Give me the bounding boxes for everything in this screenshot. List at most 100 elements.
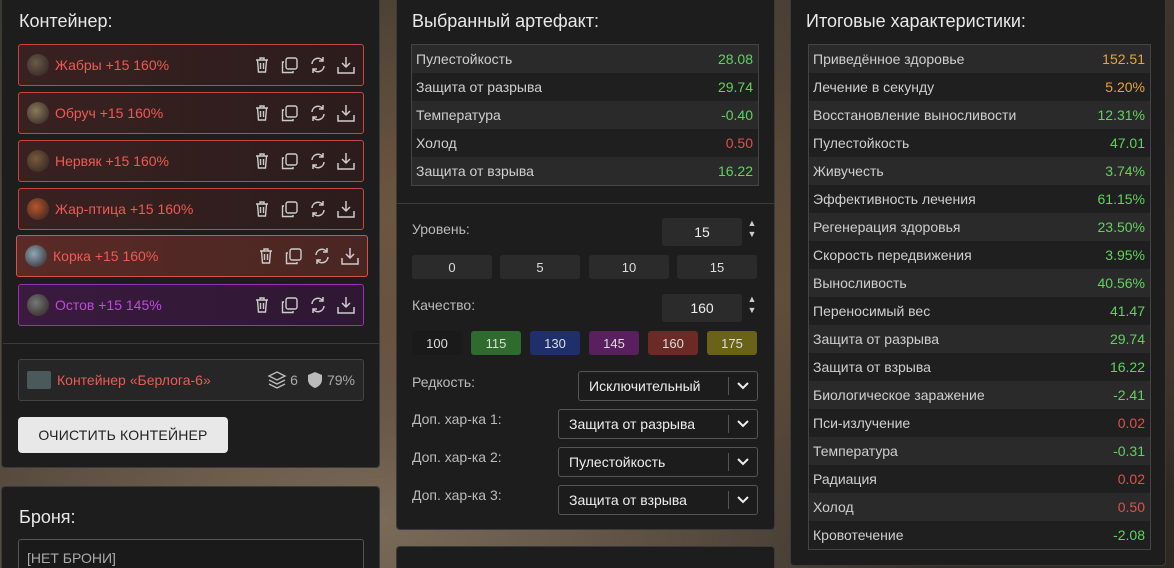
item-actions [252, 296, 355, 315]
stat-value: 12.31% [1097, 107, 1145, 123]
armor-title: Броня: [19, 507, 76, 527]
shield-icon [307, 372, 322, 388]
swap-icon[interactable] [308, 104, 327, 123]
quality-preset-button[interactable]: 145 [589, 331, 639, 355]
swap-icon[interactable] [308, 56, 327, 75]
stat-label: Лечение в секунду [813, 79, 935, 95]
armor-panel: Броня: [НЕТ БРОНИ] [1, 486, 380, 568]
spin-down-icon[interactable]: ▼ [747, 229, 757, 240]
stat-row: Радиация 0.02 [809, 465, 1150, 493]
stat-row: Выносливость 40.56% [809, 269, 1150, 297]
item-name: Жар-птица +15 160% [55, 201, 194, 217]
stat-value: 0.50 [725, 135, 753, 151]
copy-icon[interactable] [280, 200, 299, 219]
copy-icon[interactable] [280, 104, 299, 123]
totals-stats-table: Приведённое здоровье 152.51 Лечение в секу… [808, 44, 1151, 550]
stat-label: Защита от взрыва [416, 163, 534, 179]
download-icon[interactable] [336, 152, 355, 171]
extra3-select[interactable]: Защита от взрыва [558, 485, 758, 515]
stat-row: Восстановление выносливости 12.31% [809, 101, 1150, 129]
swap-icon[interactable] [308, 152, 327, 171]
stat-label: Пулестойкость [416, 51, 513, 67]
trash-icon[interactable] [252, 200, 271, 219]
swap-icon[interactable] [312, 247, 331, 266]
download-icon[interactable] [340, 247, 359, 266]
level-preset-button[interactable]: 15 [677, 255, 757, 279]
protection-stat: 79% [306, 371, 355, 389]
item-actions [256, 247, 359, 266]
stat-label: Температура [813, 443, 898, 459]
container-item[interactable]: Жар-птица +15 160% [18, 188, 364, 230]
trash-icon[interactable] [252, 104, 271, 123]
stat-label: Живучесть [813, 163, 884, 179]
swap-icon[interactable] [308, 200, 327, 219]
copy-icon[interactable] [284, 247, 303, 266]
chevron-down-icon [729, 420, 757, 428]
quality-preset-button[interactable]: 100 [412, 331, 462, 355]
stat-value: 61.15% [1097, 191, 1145, 207]
artifact-panel: Выбранный артефакт: Пулестойкость 28.08 За… [396, 0, 775, 530]
trash-icon[interactable] [252, 296, 271, 315]
level-preset-button[interactable]: 5 [500, 255, 580, 279]
container-title: Контейнер: [19, 11, 113, 31]
container-item[interactable]: Жабры +15 160% [18, 44, 364, 86]
container-item[interactable]: Нервяк +15 160% [18, 140, 364, 182]
quality-preset-button[interactable]: 115 [471, 331, 521, 355]
armor-selector[interactable]: [НЕТ БРОНИ] [18, 539, 364, 568]
level-spinner[interactable]: ▲ ▼ [747, 218, 757, 240]
stat-value: 5.20% [1105, 79, 1145, 95]
quality-input[interactable]: 160 [662, 294, 742, 322]
stat-row: Защита от разрыва 29.74 [412, 73, 758, 101]
download-icon[interactable] [336, 56, 355, 75]
protection-value: 79% [326, 372, 355, 388]
container-item[interactable]: Корка +15 160% [16, 235, 368, 277]
stat-row: Переносимый вес 41.47 [809, 297, 1150, 325]
spin-up-icon[interactable]: ▲ [747, 218, 757, 229]
container-item[interactable]: Обруч +15 160% [18, 92, 364, 134]
quality-preset-button[interactable]: 130 [530, 331, 580, 355]
level-preset-button[interactable]: 10 [589, 255, 669, 279]
copy-icon[interactable] [280, 56, 299, 75]
extra1-select[interactable]: Защита от разрыва [558, 409, 758, 439]
trash-icon[interactable] [256, 247, 275, 266]
quality-preset-button[interactable]: 160 [648, 331, 698, 355]
container-item[interactable]: Остов +15 145% [18, 284, 364, 326]
copy-icon[interactable] [280, 296, 299, 315]
stat-value: 47.01 [1109, 135, 1145, 151]
item-actions [252, 152, 355, 171]
stat-row: Эффективность лечения 61.15% [809, 185, 1150, 213]
slots-count: 6 [290, 372, 298, 388]
stat-label: Биологическое заражение [813, 387, 985, 403]
stat-label: Холод [416, 135, 457, 151]
quality-preset-button[interactable]: 175 [707, 331, 757, 355]
extra2-select[interactable]: Пулестойкость [558, 447, 758, 477]
download-icon[interactable] [336, 296, 355, 315]
stat-value: 16.22 [717, 163, 753, 179]
item-actions [252, 56, 355, 75]
download-icon[interactable] [336, 200, 355, 219]
stat-label: Холод [813, 499, 854, 515]
stat-label: Эффективность лечения [813, 191, 976, 207]
stat-row: Скорость передвижения 3.95% [809, 241, 1150, 269]
clear-container-button[interactable]: ОЧИСТИТЬ КОНТЕЙНЕР [18, 417, 228, 453]
copy-icon[interactable] [280, 152, 299, 171]
container-selector[interactable]: Контейнер «Берлога-6» 6 79% [18, 359, 364, 401]
stat-value: 0.02 [1117, 415, 1145, 431]
trash-icon[interactable] [252, 152, 271, 171]
stat-value: -2.41 [1113, 387, 1145, 403]
stat-row: Холод 0.50 [809, 493, 1150, 521]
download-icon[interactable] [336, 104, 355, 123]
stat-label: Восстановление выносливости [813, 107, 1017, 123]
artifact-secondary-panel [396, 546, 775, 568]
stat-value: 40.56% [1097, 275, 1145, 291]
gills-artifact-icon [27, 54, 49, 76]
extra1-value: Защита от разрыва [569, 416, 696, 432]
trash-icon[interactable] [252, 56, 271, 75]
spin-down-icon[interactable]: ▼ [747, 305, 757, 316]
level-preset-button[interactable]: 0 [412, 255, 492, 279]
quality-spinner[interactable]: ▲ ▼ [747, 294, 757, 316]
spin-up-icon[interactable]: ▲ [747, 294, 757, 305]
level-input[interactable]: 15 [662, 218, 742, 246]
rarity-select[interactable]: Исключительный [578, 371, 758, 401]
swap-icon[interactable] [308, 296, 327, 315]
